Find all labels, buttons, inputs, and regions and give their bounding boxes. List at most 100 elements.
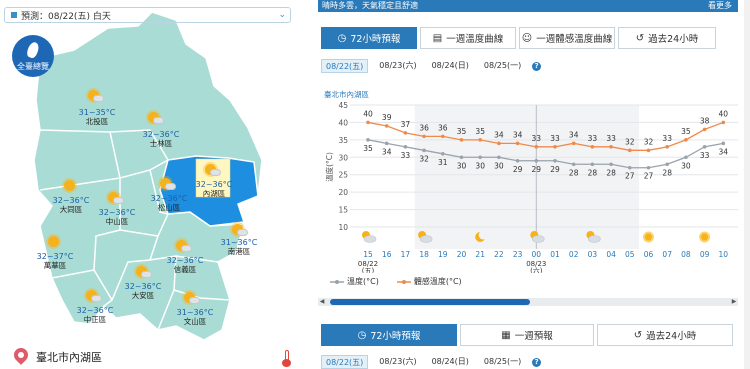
date-tab[interactable]: 08/23(六) (375, 355, 420, 369)
district-nangang[interactable]: 31~36°C 南港區 (214, 238, 264, 256)
chart-scrollbar[interactable]: ◀ ▶ (318, 298, 738, 306)
data-label: 32 (419, 154, 429, 163)
date-mark-weekday: (六) (530, 266, 543, 273)
district-wenshan[interactable]: 31~36°C 文山區 (170, 308, 220, 326)
district-datong[interactable]: 32~36°C 大同區 (46, 196, 96, 214)
partly-cloudy-icon (160, 178, 176, 192)
data-label: 34 (569, 130, 579, 139)
data-label: 30 (475, 161, 485, 170)
sun-icon (643, 231, 654, 243)
district-beitou[interactable]: 31~35°C 北投區 (72, 108, 122, 126)
tab-72h-bottom[interactable]: ◷ 72小時預報 (321, 324, 457, 346)
data-label: 34 (494, 130, 504, 139)
x-tick-label: 00 (532, 250, 542, 259)
tab-label: 過去24小時 (646, 331, 697, 342)
data-label: 31 (438, 158, 448, 167)
history-icon: ↺ (635, 32, 645, 44)
data-point (646, 165, 651, 170)
legend-feel[interactable]: 體感溫度(°C) (396, 276, 462, 287)
data-point (721, 141, 726, 146)
district-songshan[interactable]: 32~36°C 松山區 (144, 194, 194, 212)
data-point (553, 145, 557, 149)
y-tick-label: 10 (338, 223, 348, 232)
district-temp: 32~36°C (166, 256, 204, 265)
y-axis-label: 溫度(°C) (324, 152, 334, 182)
data-label: 33 (606, 134, 616, 143)
district-shilin[interactable]: 32~36°C 士林區 (136, 130, 186, 148)
scroll-right-icon[interactable]: ▶ (730, 298, 738, 306)
date-tab[interactable]: 08/22(五) (321, 59, 369, 73)
overview-label: 全臺總覽 (17, 62, 49, 71)
tab-past-24h[interactable]: ↺ 過去24小時 (618, 27, 716, 49)
district-zhongshan[interactable]: 32~36°C 中山區 (92, 208, 142, 226)
x-tick-label: 15 (363, 250, 373, 259)
sun-icon (699, 231, 711, 243)
tab-week-temp[interactable]: ▤ 一週溫度曲線 (420, 27, 516, 49)
data-point (721, 120, 726, 125)
data-point (384, 141, 389, 146)
district-name: 北投區 (85, 117, 109, 126)
data-point (515, 158, 520, 163)
data-point (590, 162, 595, 167)
legend-temp[interactable]: 溫度(°C) (330, 276, 379, 287)
y-tick-label: 35 (338, 136, 348, 145)
y-tick-label: 15 (338, 206, 348, 215)
district-wanhua[interactable]: 32~37°C 萬華區 (30, 252, 80, 270)
cloud-shape (419, 235, 433, 243)
tab-past-bottom[interactable]: ↺ 過去24小時 (597, 324, 733, 346)
help-icon[interactable]: ? (532, 357, 542, 367)
district-zhongzheng[interactable]: 32~36°C 中正區 (70, 306, 120, 324)
tab-label: 一週預報 (514, 331, 553, 342)
date-tab[interactable]: 08/24(日) (428, 355, 473, 369)
x-tick-label: 23 (513, 250, 523, 259)
district-temp: 32~36°C (98, 208, 136, 217)
data-point (534, 145, 539, 149)
thermometer-icon[interactable] (281, 350, 293, 367)
date-tab[interactable]: 08/22(五) (321, 355, 369, 369)
data-point (684, 155, 688, 160)
x-tick-label: 03 (588, 250, 598, 259)
taiwan-overview-button[interactable]: 全臺總覽 (12, 35, 54, 77)
data-point (366, 120, 370, 125)
data-label: 34 (513, 130, 523, 139)
data-point (422, 148, 426, 153)
date-tab[interactable]: 08/23(六) (375, 59, 420, 73)
scroll-left-icon[interactable]: ◀ (318, 298, 326, 306)
help-icon[interactable]: ? (532, 61, 542, 71)
legend-temp-label: 溫度(°C) (347, 277, 379, 286)
more-link[interactable]: 看更多 (708, 0, 732, 12)
date-tab[interactable]: 08/24(日) (428, 59, 473, 73)
data-point (515, 141, 520, 146)
page-scrollbar[interactable] (744, 0, 750, 369)
district-temp: 32~37°C (36, 252, 74, 261)
forecast-tabs-bottom: ◷ 72小時預報 ▦ 一週預報 ↺ 過去24小時 (321, 324, 736, 346)
location-name: 臺北市內湖區 (36, 351, 102, 364)
data-label: 36 (438, 123, 448, 132)
data-label: 35 (681, 127, 691, 136)
x-tick-label: 17 (401, 250, 411, 259)
data-label: 32 (644, 137, 654, 146)
tab-72h[interactable]: ◷ 72小時預報 (321, 27, 417, 49)
weather-summary-strip: 晴時多雲，天氣穩定且舒適 看更多 (318, 0, 738, 12)
scrollbar-thumb[interactable] (330, 299, 530, 305)
tab-week-bottom[interactable]: ▦ 一週預報 (460, 324, 594, 346)
location-pin-icon (11, 345, 31, 366)
date-tab[interactable]: 08/25(一) (480, 355, 525, 369)
cloud-shape (363, 235, 377, 243)
data-point (590, 145, 595, 149)
data-label: 33 (550, 134, 560, 143)
date-tab[interactable]: 08/25(一) (480, 59, 525, 73)
data-label: 28 (569, 168, 579, 177)
district-daan[interactable]: 32~36°C 大安區 (118, 282, 168, 300)
data-label: 28 (588, 168, 598, 177)
x-tick-label: 21 (475, 250, 485, 259)
x-tick-label: 10 (719, 250, 729, 259)
district-xinyi[interactable]: 32~36°C 信義區 (160, 256, 210, 274)
forecast-time-selector[interactable]: 預測：08/22(五) 白天 ⌄ (4, 7, 291, 23)
current-location[interactable]: 臺北市內湖區 (11, 345, 102, 366)
tab-week-feel[interactable]: ☺ 一週體感溫度曲線 (519, 27, 615, 49)
district-temp: 32~36°C (76, 306, 114, 315)
district-neihu[interactable]: 32~36°C 內湖區 (193, 180, 235, 198)
data-point (646, 148, 651, 153)
chart-legend: 溫度(°C) 體感溫度(°C) (330, 276, 480, 287)
